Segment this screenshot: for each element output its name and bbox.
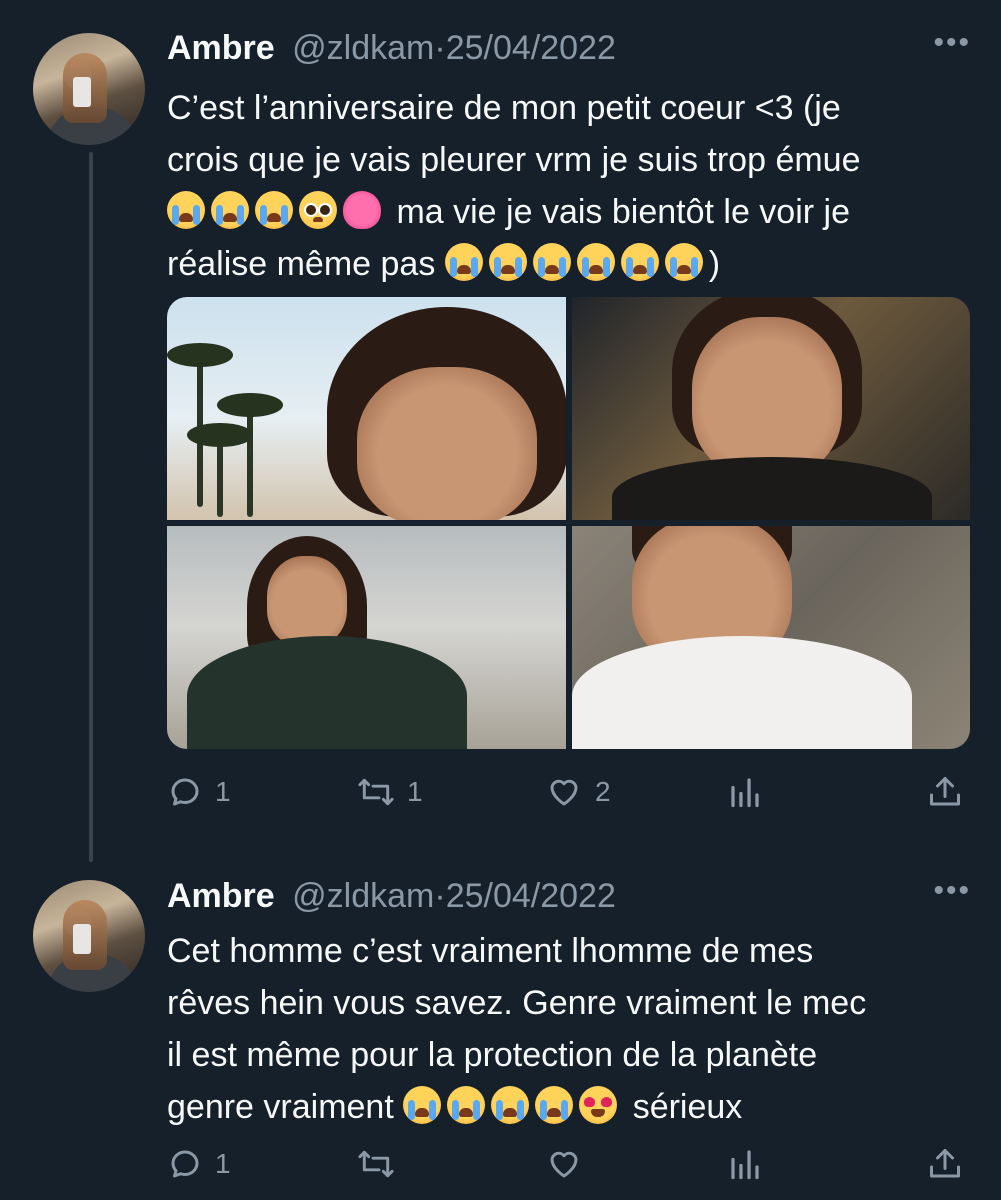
bar-chart-icon [731, 1150, 759, 1180]
speech-bubble-icon [171, 778, 199, 806]
upload-arrow-icon [930, 1149, 960, 1178]
media-grid [167, 297, 970, 749]
photo-beach-sitting[interactable] [167, 526, 566, 749]
loudly-crying-face-emoji [167, 191, 205, 229]
tweet-text-line: crois que je vais pleurer vrm je suis tr… [167, 141, 861, 179]
avatar[interactable] [33, 33, 145, 145]
avatar[interactable] [33, 880, 145, 992]
more-options-icon[interactable]: ••• [933, 876, 971, 906]
heart-outline-icon [550, 1151, 578, 1178]
retweet-arrows-icon [358, 778, 394, 806]
pleading-face-emoji [299, 191, 337, 229]
loudly-crying-face-emoji [444, 243, 483, 281]
closing-paren: ) [708, 245, 721, 283]
bar-chart-icon [731, 778, 759, 808]
heart-eyes-emoji [579, 1086, 618, 1124]
tweet-text-line: Cet homme c’est vraiment lhomme de mes [167, 932, 814, 970]
tweet-text: C’est l’anniversaire de mon petit coeur … [167, 82, 967, 290]
upload-arrow-icon [930, 777, 960, 806]
tweet-actions: 1 1 2 [167, 772, 967, 812]
like-count: 2 [595, 776, 611, 807]
loudly-crying-face-emoji [532, 243, 571, 281]
loudly-crying-face-emoji [447, 1086, 486, 1124]
like-button[interactable]: 2 [545, 772, 611, 812]
tweet-header: Ambre @zldkam·25/04/2022 [167, 876, 616, 916]
tweet-text-line: genre vraiment [167, 1088, 394, 1126]
tweet-header: Ambre @zldkam·25/04/2022 [167, 28, 616, 68]
tweet-actions: 1 [167, 1144, 967, 1184]
reply-button[interactable]: 1 [167, 772, 231, 812]
separator: · [434, 877, 446, 915]
views-button[interactable] [727, 1144, 763, 1184]
loudly-crying-face-emoji [576, 243, 615, 281]
loudly-crying-face-emoji [255, 191, 293, 229]
like-button[interactable] [545, 1144, 595, 1184]
author-handle[interactable]: @zldkam [292, 877, 434, 915]
tweet-text-line: réalise même pas [167, 245, 436, 283]
tweet-text-line: il est même pour la protection de la pla… [167, 1036, 818, 1074]
reply-button[interactable]: 1 [167, 1144, 231, 1184]
tweet-date[interactable]: 25/04/2022 [446, 877, 616, 915]
author-name[interactable]: Ambre [167, 877, 275, 915]
speech-bubble-icon [171, 1150, 199, 1178]
tweet-text-line: C’est l’anniversaire de mon petit coeur … [167, 89, 841, 127]
reply-count: 1 [215, 1148, 231, 1179]
share-button[interactable] [927, 1144, 963, 1184]
author-name[interactable]: Ambre [167, 29, 275, 67]
loudly-crying-face-emoji [211, 191, 249, 229]
tweet-text-line: ma vie je vais bientôt le voir je [396, 193, 850, 231]
share-button[interactable] [927, 772, 963, 812]
loudly-crying-face-emoji [491, 1086, 530, 1124]
retweet-arrows-icon [358, 1150, 394, 1178]
tweet-text-line: rêves hein vous savez. Genre vraiment le… [167, 984, 867, 1022]
heart-outline-icon [550, 779, 578, 806]
author-handle[interactable]: @zldkam [292, 29, 434, 67]
retweet-count: 1 [407, 776, 423, 807]
thread-connector-line [89, 152, 93, 862]
loudly-crying-face-emoji [403, 1086, 442, 1124]
tweet-text-line: sérieux [632, 1088, 743, 1126]
photo-beach-palms[interactable] [167, 297, 566, 520]
tweet-date[interactable]: 25/04/2022 [446, 29, 616, 67]
photo-car-selfie[interactable] [571, 297, 970, 520]
more-options-icon[interactable]: ••• [933, 28, 971, 58]
tweet-text: Cet homme c’est vraiment lhomme de mes r… [167, 925, 967, 1133]
loudly-crying-face-emoji [664, 243, 703, 281]
loudly-crying-face-emoji [620, 243, 659, 281]
photo-street-selfie[interactable] [571, 526, 970, 749]
separator: · [434, 29, 446, 67]
loudly-crying-face-emoji [535, 1086, 574, 1124]
views-button[interactable] [727, 772, 763, 812]
reply-count: 1 [215, 776, 231, 807]
loudly-crying-face-emoji [488, 243, 527, 281]
retweet-button[interactable] [357, 1144, 407, 1184]
retweet-button[interactable]: 1 [357, 772, 423, 812]
growing-heart-emoji [343, 191, 381, 229]
